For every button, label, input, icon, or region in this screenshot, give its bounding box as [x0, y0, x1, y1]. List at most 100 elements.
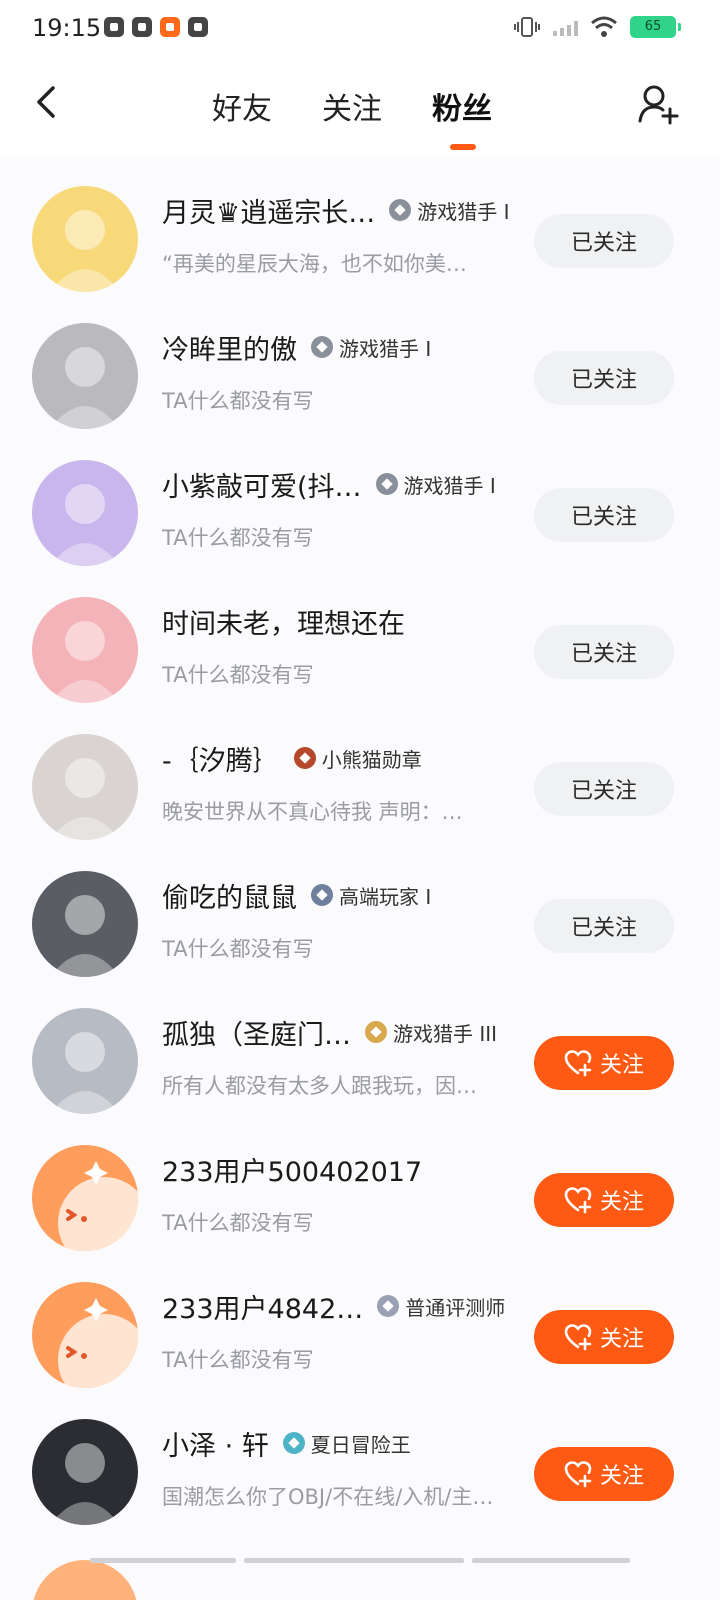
- avatar[interactable]: [32, 1419, 138, 1525]
- scroll-indicator: [90, 1558, 630, 1563]
- video-app-icon: [132, 17, 152, 37]
- user-name: -｛汐腾｝: [162, 745, 280, 777]
- heart-plus-icon: [564, 1460, 592, 1488]
- tab-bar: 好友 关注 粉丝: [0, 56, 720, 156]
- name-line: 偷吃的鼠鼠 高端玩家 I: [162, 875, 528, 915]
- badge-icon: [389, 199, 412, 221]
- list-item[interactable]: 233用户500402017 TA什么都没有写 关注: [0, 1115, 720, 1252]
- follow-button-label: 已关注: [570, 505, 637, 530]
- list-item[interactable]: 小泽 · 轩 夏日冒险王 国潮怎么你了⁠OBJ/不在线/入机/主… 关注: [0, 1389, 720, 1526]
- follow-button[interactable]: 关注: [534, 1447, 674, 1501]
- status-indicators: 65: [514, 16, 681, 38]
- user-name: 时间未老，理想还在: [162, 608, 405, 640]
- user-bio: TA什么都没有写: [162, 663, 314, 687]
- user-badge: 高端玩家 I: [311, 881, 431, 910]
- user-bio: 所有人都没有太多人跟我玩，因…: [162, 1074, 477, 1098]
- user-badge: 普通评测师: [377, 1292, 505, 1321]
- kuaishou-app-icon: [160, 17, 180, 37]
- list-item[interactable]: 孤独（圣庭门… 游戏猎手 III 所有人都没有太多人跟我玩，因… 关注: [0, 978, 720, 1115]
- user-name: 月灵♛逍遥宗长…: [162, 197, 376, 229]
- user-name: 233用户500402017: [162, 1156, 423, 1188]
- list-item[interactable]: 月灵♛逍遥宗长… 游戏猎手 I “再美的星辰大海，也不如你美… 已关注: [0, 156, 720, 293]
- top-nav: 好友 关注 粉丝: [0, 56, 720, 156]
- list-item[interactable]: 233用户4842… 普通评测师 TA什么都没有写 关注: [0, 1252, 720, 1389]
- user-bio: TA什么都没有写: [162, 1348, 314, 1372]
- name-line: 月灵♛逍遥宗长… 游戏猎手 I: [162, 190, 528, 230]
- user-bio: TA什么都没有写: [162, 389, 314, 413]
- badge-label: 游戏猎手 I: [417, 199, 510, 224]
- name-line: 冷眸里的傲 游戏猎手 I: [162, 327, 528, 367]
- follow-button-label: 关注: [599, 1190, 644, 1215]
- avatar[interactable]: [32, 734, 138, 840]
- user-name: 小泽 · 轩: [162, 1430, 269, 1462]
- followed-button[interactable]: 已关注: [534, 351, 674, 405]
- fans-list[interactable]: 月灵♛逍遥宗长… 游戏猎手 I “再美的星辰大海，也不如你美… 已关注 冷眸里的傲 游戏猎…: [0, 156, 720, 1600]
- add-friend-button[interactable]: [634, 80, 682, 128]
- follow-button-label: 已关注: [570, 642, 637, 667]
- followed-button[interactable]: 已关注: [534, 214, 674, 268]
- tab-friends[interactable]: 好友: [212, 84, 272, 128]
- user-badge: 夏日冒险王: [282, 1429, 411, 1458]
- list-item[interactable]: 时间未老，理想还在 TA什么都没有写 已关注: [0, 567, 720, 704]
- avatar[interactable]: [32, 1282, 138, 1388]
- follow-button-label: 已关注: [570, 916, 637, 941]
- signal-icon: [553, 21, 578, 36]
- list-item[interactable]: 偷吃的鼠鼠 高端玩家 I TA什么都没有写 已关注: [0, 841, 720, 978]
- badge-label: 普通评测师: [405, 1295, 506, 1320]
- user-badge: 游戏猎手 I: [389, 196, 509, 225]
- badge-icon: [311, 884, 333, 906]
- followed-button[interactable]: 已关注: [534, 488, 674, 542]
- follow-button[interactable]: 关注: [534, 1036, 674, 1090]
- avatar[interactable]: [32, 460, 138, 566]
- badge-icon: [282, 1432, 305, 1454]
- user-name: 偷吃的鼠鼠: [162, 882, 297, 914]
- user-badge: 游戏猎手 III: [365, 1018, 497, 1047]
- heart-plus-icon: [564, 1323, 592, 1351]
- active-tab-indicator: [450, 144, 476, 150]
- status-app-icons: [104, 17, 208, 37]
- avatar[interactable]: [32, 597, 138, 703]
- avatar[interactable]: [32, 1145, 138, 1251]
- badge-icon: [293, 747, 316, 769]
- user-bio: TA什么都没有写: [162, 1211, 314, 1235]
- user-bio: TA什么都没有写: [162, 937, 314, 961]
- follow-button[interactable]: 关注: [534, 1173, 674, 1227]
- user-name: 冷眸里的傲: [162, 334, 297, 366]
- badge-icon: [365, 1021, 387, 1043]
- list-item[interactable]: 小紫敲可爱(抖… 游戏猎手 I TA什么都没有写 已关注: [0, 430, 720, 567]
- list-item[interactable]: -｛汐腾｝ 小熊猫勋章 晚安世界从不真心待我 声明：… 已关注: [0, 704, 720, 841]
- avatar[interactable]: [32, 323, 138, 429]
- badge-icon: [311, 336, 333, 358]
- tab-fans[interactable]: 粉丝: [432, 84, 492, 128]
- follow-button-label: 关注: [599, 1464, 644, 1489]
- badge-icon: [377, 1295, 400, 1317]
- avatar[interactable]: [32, 871, 138, 977]
- follow-button-label: 已关注: [570, 779, 637, 804]
- user-name: 233用户4842…: [162, 1293, 364, 1325]
- tab-following[interactable]: 关注: [322, 84, 382, 128]
- user-badge: 游戏猎手 I: [311, 333, 431, 362]
- user-badge: 游戏猎手 I: [375, 470, 496, 499]
- badge-label: 游戏猎手 III: [393, 1021, 498, 1046]
- follow-button-label: 已关注: [570, 368, 637, 393]
- name-line: 小紫敲可爱(抖… 游戏猎手 I: [162, 464, 528, 504]
- status-time: 19:15: [32, 14, 102, 42]
- badge-label: 小熊猫勋章: [321, 747, 422, 772]
- followed-button[interactable]: 已关注: [534, 762, 674, 816]
- badge-label: 夏日冒险王: [310, 1432, 411, 1457]
- app-icon: [104, 17, 124, 37]
- follow-button[interactable]: 关注: [534, 1310, 674, 1364]
- name-line: 233用户500402017: [162, 1149, 528, 1189]
- name-line: 时间未老，理想还在: [162, 601, 528, 641]
- user-name: 小紫敲可爱(抖…: [162, 471, 362, 503]
- avatar[interactable]: [32, 1008, 138, 1114]
- followed-button[interactable]: 已关注: [534, 899, 674, 953]
- badge-label: 游戏猎手 I: [339, 336, 432, 361]
- add-user-icon: [638, 85, 679, 125]
- music-app-icon: [188, 17, 208, 37]
- list-item[interactable]: 冷眸里的傲 游戏猎手 I TA什么都没有写 已关注: [0, 293, 720, 430]
- user-bio: TA什么都没有写: [162, 526, 314, 550]
- avatar[interactable]: [32, 186, 138, 292]
- followed-button[interactable]: 已关注: [534, 625, 674, 679]
- user-bio: “再美的星辰大海，也不如你美…: [162, 252, 467, 276]
